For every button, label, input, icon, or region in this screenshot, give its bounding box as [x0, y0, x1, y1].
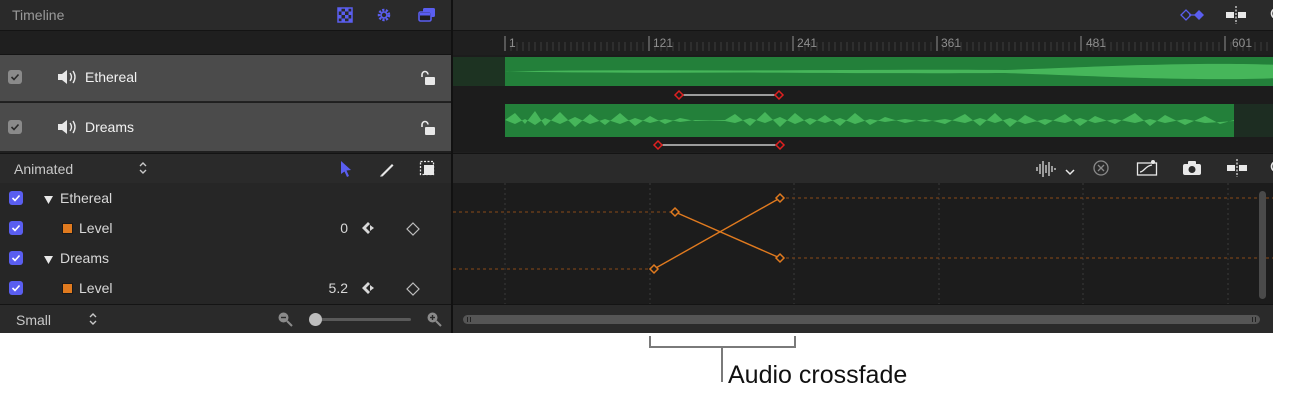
chevron-updown-icon[interactable] [138, 161, 148, 180]
param-group-name: Ethereal [60, 190, 113, 206]
scroll-handle-right[interactable] [1252, 317, 1256, 322]
add-keyframe-icon[interactable] [406, 222, 420, 241]
curve-filter-select[interactable]: Animated [14, 161, 73, 177]
marquee-tool-icon[interactable] [419, 160, 437, 183]
fit-curves-icon[interactable] [1136, 159, 1158, 182]
unlock-icon[interactable] [419, 70, 437, 91]
snapping-icon[interactable] [1225, 5, 1247, 25]
footer-right [453, 304, 1273, 333]
ruler-mark-361: 361 [941, 36, 962, 50]
scroll-handle-left[interactable] [467, 317, 471, 322]
zoom-in-icon[interactable] [1269, 6, 1273, 24]
keyframe-header-right [453, 153, 1273, 183]
track-enable-checkbox[interactable] [8, 120, 22, 134]
zoom-in-icon[interactable] [1270, 160, 1273, 181]
chevron-down-icon[interactable] [1065, 164, 1075, 182]
fade-handle-ethereal[interactable] [671, 88, 787, 102]
timeline-title: Timeline [12, 7, 65, 23]
curve-color-swatch [62, 283, 73, 294]
ruler-spacer [0, 30, 451, 55]
param-enable-checkbox[interactable] [9, 251, 23, 265]
param-enable-checkbox[interactable] [9, 191, 23, 205]
ruler-mark-241: 241 [797, 36, 818, 50]
keyframe-graph[interactable] [453, 183, 1273, 304]
param-group-row[interactable]: Dreams [0, 243, 451, 273]
audio-clip-dreams[interactable] [505, 104, 1234, 137]
zoom-slider-thumb[interactable] [309, 313, 322, 326]
zoom-in-icon[interactable] [426, 311, 442, 332]
pen-tool-icon[interactable] [378, 160, 396, 183]
speaker-icon [57, 69, 79, 90]
track-name: Dreams [85, 119, 135, 135]
vertical-scrollbar[interactable] [1259, 191, 1266, 299]
param-name: Level [79, 220, 113, 236]
pointer-tool-icon[interactable] [339, 160, 353, 183]
clear-curves-icon[interactable] [1092, 159, 1110, 182]
clip-handle-region [453, 57, 505, 86]
track-name: Ethereal [85, 69, 138, 85]
unlock-icon[interactable] [419, 120, 437, 141]
right-header [453, 0, 1273, 30]
timeline-window: Timeline 1 121 241 361 481 601 Ethereal … [0, 0, 1273, 333]
disclosure-triangle-icon[interactable] [43, 252, 54, 270]
disclosure-triangle-icon[interactable] [43, 192, 54, 210]
keyframe-header-left: Animated [0, 153, 451, 183]
ruler-mark-1: 1 [509, 36, 516, 50]
zoom-slider-track[interactable] [313, 318, 411, 321]
track-row-ethereal[interactable]: Ethereal [0, 55, 451, 102]
keyframe-navigation-icon[interactable] [1179, 7, 1207, 23]
ruler-mark-481: 481 [1086, 36, 1107, 50]
callout-label: Audio crossfade [728, 361, 908, 389]
track-size-select[interactable]: Small [16, 312, 51, 328]
audio-clip-ethereal[interactable] [505, 57, 1273, 86]
waveform [505, 63, 1273, 80]
param-enable-checkbox[interactable] [9, 221, 23, 235]
speaker-icon [57, 119, 79, 140]
param-row[interactable]: Level 5.2 [0, 273, 451, 303]
curve-graph-canvas [453, 183, 1273, 304]
curve-color-swatch [62, 223, 73, 234]
param-group-row[interactable]: Ethereal [0, 183, 451, 213]
param-value[interactable]: 0 [300, 220, 348, 236]
param-row[interactable]: Level 0 [0, 213, 451, 243]
footer-left: Small [0, 304, 451, 333]
ruler-mark-121: 121 [653, 36, 674, 50]
checkerboard-icon[interactable] [336, 6, 354, 24]
clip-handle-region [1230, 104, 1273, 137]
track-enable-checkbox[interactable] [8, 70, 22, 84]
param-group-name: Dreams [60, 250, 110, 266]
gear-icon[interactable] [375, 6, 393, 24]
audio-waveform-icon[interactable] [1035, 160, 1059, 183]
ruler-mark-601: 601 [1232, 36, 1253, 50]
param-value[interactable]: 5.2 [300, 280, 348, 296]
camera-snapshot-icon[interactable] [1182, 159, 1202, 182]
horizontal-scrollbar[interactable] [463, 315, 1260, 324]
waveform [505, 111, 1234, 127]
left-header: Timeline [0, 0, 451, 30]
zoom-out-icon[interactable] [277, 311, 293, 332]
fade-handle-dreams[interactable] [650, 138, 788, 152]
param-enable-checkbox[interactable] [9, 281, 23, 295]
stacked-layers-icon[interactable] [417, 6, 437, 24]
previous-keyframe-icon[interactable] [361, 281, 375, 300]
add-keyframe-icon[interactable] [406, 282, 420, 301]
previous-keyframe-icon[interactable] [361, 221, 375, 240]
snapping-icon[interactable] [1226, 159, 1248, 182]
chevron-updown-icon[interactable] [88, 312, 98, 331]
track-lanes [453, 55, 1273, 152]
param-name: Level [79, 280, 113, 296]
parameter-list: Ethereal Level 0 Dreams Level 5.2 [0, 183, 451, 304]
time-ruler[interactable]: 1 121 241 361 481 601 [453, 30, 1273, 55]
ruler-ticks [504, 36, 1268, 51]
track-row-dreams[interactable]: Dreams [0, 103, 451, 151]
